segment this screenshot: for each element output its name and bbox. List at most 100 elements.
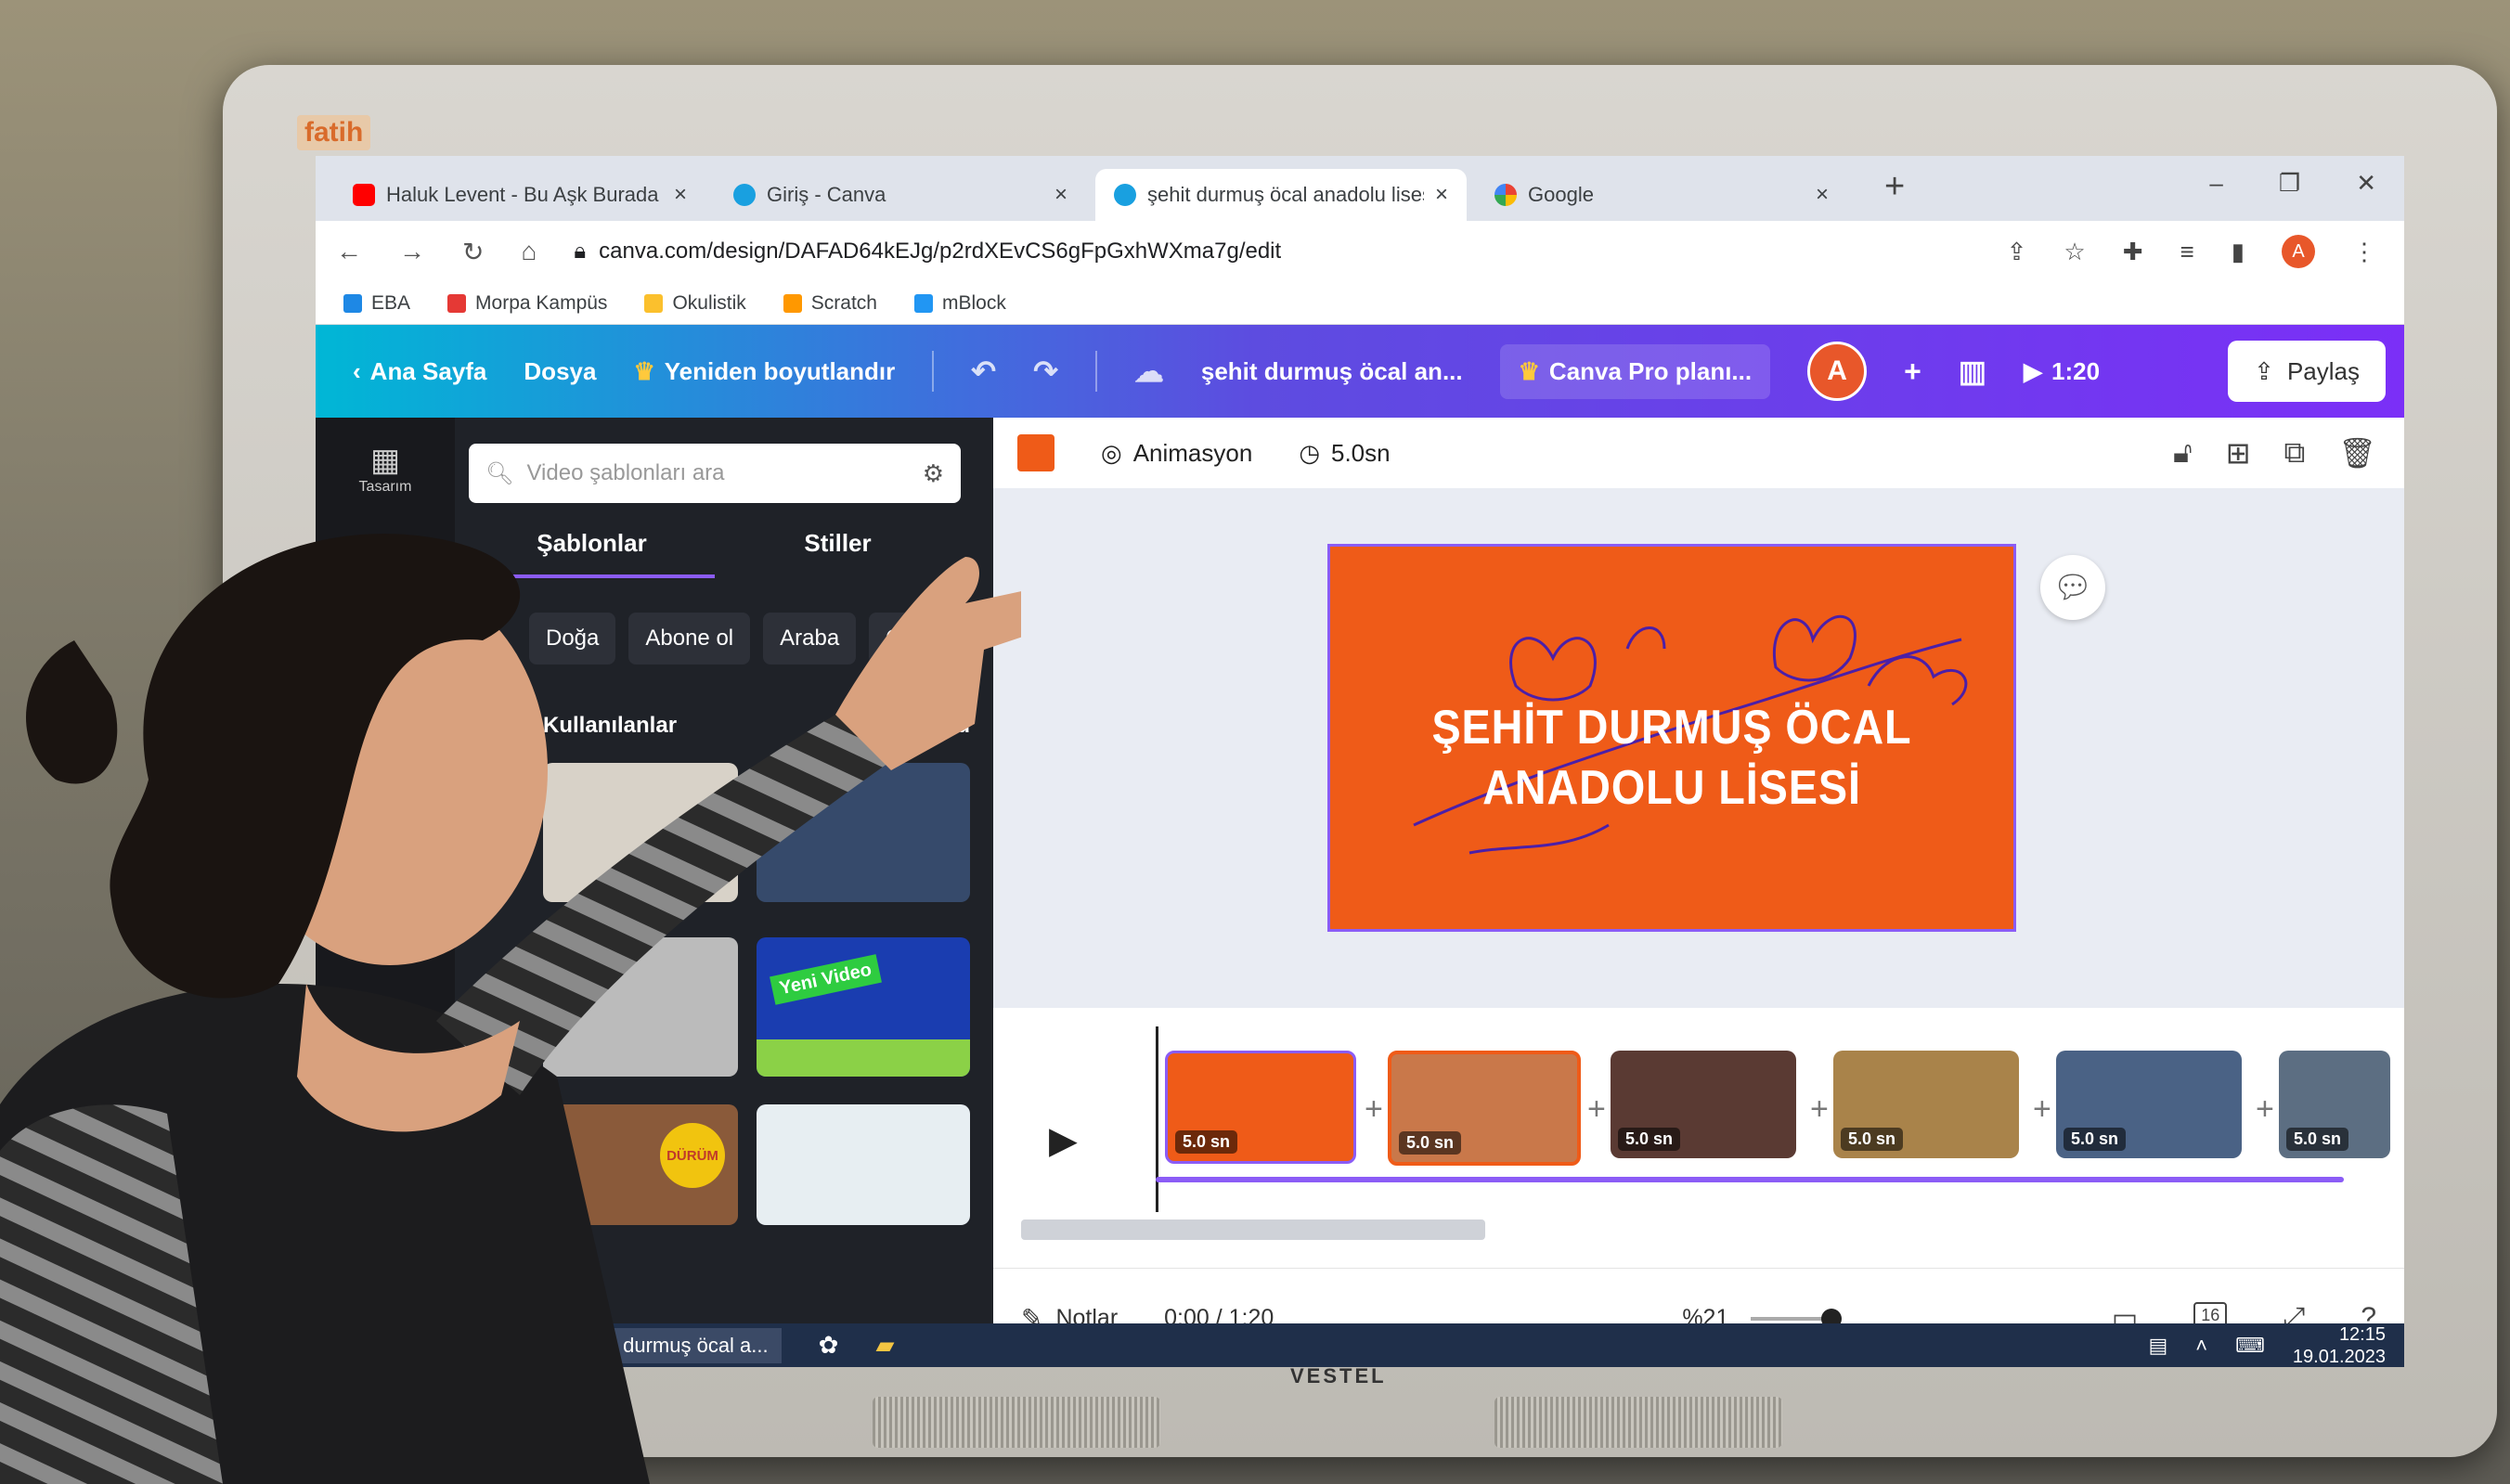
file-menu[interactable]: Dosya	[524, 357, 596, 386]
news-icon[interactable]: ▤	[2148, 1334, 2167, 1358]
clock-icon: ◷	[1299, 438, 1320, 467]
menu-icon[interactable]: ⋮	[2352, 238, 2376, 266]
bookmark-okulistik[interactable]: Okulistik	[644, 292, 746, 315]
add-clip-icon[interactable]: +	[2256, 1091, 2274, 1128]
taskbar-chrome-task[interactable]: it durmuş öcal a...	[594, 1327, 782, 1363]
trash-icon[interactable]: 🗑︎	[2338, 435, 2376, 471]
canva-pro-button[interactable]: ♛ Canva Pro planı...	[1499, 343, 1771, 399]
reading-list-icon[interactable]: ≡	[2180, 238, 2194, 266]
speaker-grille-left	[873, 1397, 1160, 1448]
user-avatar[interactable]: A	[1807, 342, 1868, 401]
timeline-scrollbar[interactable]	[1021, 1219, 1485, 1240]
duration-button[interactable]: ◷ 5.0sn	[1299, 439, 1390, 468]
home-link[interactable]: ‹ Ana Sayfa	[353, 357, 486, 386]
resize-button[interactable]: ♛ Yeniden boyutlandır	[633, 357, 895, 386]
chip-abone-ol[interactable]: Abone ol	[628, 613, 751, 665]
keyboard-icon[interactable]: ⌨	[2235, 1334, 2265, 1358]
windows-taskbar: it durmuş öcal a... ✿ ▰ ▤ ˄ ⌨ 12:15 19.0…	[316, 1323, 2404, 1367]
reload-icon[interactable]: ↻	[462, 237, 484, 267]
slide-canvas[interactable]: ŞEHİT DURMUŞ ÖCAL ANADOLU LİSESİ	[1327, 544, 2016, 932]
browser-tab-canva-login[interactable]: Giriş - Canva ×	[715, 169, 1086, 221]
template-search[interactable]: 🔍︎ Video şablonları ara ⚙	[469, 444, 961, 503]
star-icon[interactable]: ☆	[2064, 238, 2085, 266]
browser-tab-google[interactable]: Google ×	[1476, 169, 1847, 221]
template-thumb[interactable]	[757, 1104, 970, 1225]
back-icon[interactable]: ←	[336, 237, 362, 267]
add-page-icon[interactable]: ⊞	[2226, 435, 2251, 471]
document-title[interactable]: şehit durmuş öcal an...	[1201, 357, 1463, 386]
template-thumb[interactable]: DÜRÜM	[543, 1104, 738, 1225]
close-icon[interactable]: ×	[674, 182, 687, 208]
editor-area: ◎ Animasyon ◷ 5.0sn 🔓︎ ⊞ ⧉ 🗑︎ ŞEHİT DURM…	[993, 418, 2404, 1367]
bookmark-scratch[interactable]: Scratch	[783, 292, 877, 315]
template-thumb[interactable]	[543, 763, 738, 902]
add-person-icon[interactable]: +	[1904, 355, 1921, 389]
browser-tab-canva-design[interactable]: şehit durmuş öcal anadolu lisesi ×	[1095, 169, 1467, 221]
share-page-icon[interactable]: ⇪	[2007, 238, 2027, 266]
context-toolbar: ◎ Animasyon ◷ 5.0sn 🔓︎ ⊞ ⧉ 🗑︎	[993, 418, 2404, 488]
background-color-swatch[interactable]	[1017, 434, 1054, 471]
timeline-clip[interactable]: 5.0 sn	[1388, 1051, 1581, 1166]
present-button[interactable]: ▶ 1:20	[2024, 357, 2100, 386]
new-tab-button[interactable]: +	[1884, 167, 1905, 207]
chip-doga[interactable]: Doğa	[529, 613, 616, 665]
tab-templates[interactable]: Şablonlar	[469, 529, 715, 578]
morpa-icon	[447, 293, 467, 313]
profile-avatar[interactable]: A	[2282, 235, 2315, 268]
share-button[interactable]: ⇪ Paylaş	[2228, 341, 2386, 402]
timeline-progress	[1156, 1177, 2344, 1182]
see-all-link[interactable]: Tümü	[910, 713, 970, 739]
clock-time: 12:15	[2338, 1323, 2386, 1345]
system-clock[interactable]: 12:15 19.01.2023	[2293, 1323, 2386, 1368]
timeline-clip[interactable]: 5.0 sn	[2279, 1051, 2390, 1158]
cloud-saved-icon[interactable]: ☁	[1134, 354, 1164, 389]
page-actions: 🔓︎ ⊞ ⧉ 🗑︎	[2173, 435, 2376, 471]
lock-icon[interactable]: 🔓︎	[2173, 435, 2193, 471]
address-bar: ← → ↻ ⌂ 🔒︎ canva.com/design/DAFAD64kEJg/…	[316, 221, 2404, 282]
minimize-icon[interactable]: –	[2209, 169, 2222, 198]
duplicate-icon[interactable]: ⧉	[2284, 435, 2306, 471]
chevron-up-icon[interactable]: ˄	[2195, 1334, 2207, 1358]
redo-icon[interactable]: ↷	[1033, 354, 1058, 389]
restore-icon[interactable]: ❐	[2279, 169, 2300, 198]
side-panel-icon[interactable]: ▮	[2232, 238, 2245, 266]
extensions-icon[interactable]: ✚	[2123, 238, 2143, 266]
tab-styles[interactable]: Stiller	[715, 529, 961, 578]
folder-icon[interactable]: ▰	[875, 1331, 894, 1360]
bookmark-mblock[interactable]: mBlock	[914, 292, 1006, 315]
add-clip-icon[interactable]: +	[1365, 1091, 1383, 1128]
url-field[interactable]: 🔒︎ canva.com/design/DAFAD64kEJg/p2rdXEvC…	[574, 239, 1281, 265]
add-clip-icon[interactable]: +	[2033, 1091, 2051, 1128]
play-icon[interactable]: ▶	[1049, 1119, 1078, 1162]
canva-icon	[1114, 184, 1136, 206]
template-thumb-new-video[interactable]: Yeni Video	[757, 937, 970, 1077]
close-icon[interactable]: ×	[1054, 182, 1067, 208]
add-clip-icon[interactable]: +	[1587, 1091, 1606, 1128]
timeline-clip[interactable]: 5.0 sn	[1611, 1051, 1796, 1158]
insights-icon[interactable]: ▥	[1959, 354, 1986, 389]
timeline-clip[interactable]: 5.0 sn	[2056, 1051, 2242, 1158]
bookmark-eba[interactable]: EBA	[343, 292, 410, 315]
home-icon[interactable]: ⌂	[521, 237, 537, 267]
zoom-slider[interactable]	[1751, 1308, 1843, 1329]
filter-icon[interactable]: ⚙	[923, 459, 944, 488]
add-clip-icon[interactable]: +	[1810, 1091, 1829, 1128]
rail-item-design[interactable]: ▦ Tasarım	[316, 442, 455, 496]
close-window-icon[interactable]: ✕	[2356, 169, 2376, 198]
add-comment-icon[interactable]: 💬︎	[2040, 555, 2105, 620]
close-icon[interactable]: ×	[1435, 182, 1448, 208]
timeline-clip[interactable]: 5.0 sn	[1165, 1051, 1356, 1164]
bookmark-morpa[interactable]: Morpa Kampüs	[447, 292, 607, 315]
undo-icon[interactable]: ↶	[971, 354, 996, 389]
template-thumb[interactable]	[757, 763, 970, 902]
playhead[interactable]	[1156, 1026, 1158, 1212]
timeline-clip[interactable]: 5.0 sn	[1833, 1051, 2019, 1158]
paint-icon[interactable]: ✿	[819, 1331, 839, 1360]
browser-tab-youtube[interactable]: Haluk Levent - Bu Aşk Burada Bit ×	[334, 169, 705, 221]
close-icon[interactable]: ×	[1816, 182, 1829, 208]
chip-araba[interactable]: Araba	[763, 613, 857, 665]
chip-okul[interactable]: Okul	[869, 613, 949, 665]
forward-icon[interactable]: →	[399, 237, 425, 267]
animation-button[interactable]: ◎ Animasyon	[1101, 439, 1252, 468]
template-thumb[interactable]	[543, 937, 738, 1077]
